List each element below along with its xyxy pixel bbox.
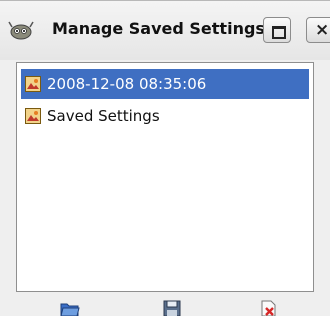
window-title: Manage Saved Settings	[52, 19, 265, 38]
title-bar[interactable]: Manage Saved Settings ×	[0, 0, 330, 60]
settings-toolbar	[16, 296, 314, 316]
close-icon: ×	[315, 20, 330, 40]
maximize-icon	[272, 26, 286, 39]
delete-icon[interactable]	[258, 300, 278, 316]
preset-image-icon	[25, 76, 41, 92]
list-item[interactable]: Saved Settings	[21, 101, 309, 131]
floppy-save-icon[interactable]	[162, 300, 182, 316]
saved-settings-list[interactable]: 2008-12-08 08:35:06 Saved Settings	[16, 62, 314, 292]
preset-image-icon	[25, 108, 41, 124]
close-button[interactable]: ×	[306, 17, 330, 43]
maximize-button[interactable]	[263, 17, 291, 43]
list-item[interactable]: 2008-12-08 08:35:06	[21, 69, 309, 99]
folder-open-icon[interactable]	[60, 300, 80, 316]
list-item-label: Saved Settings	[47, 107, 160, 125]
gimp-wilber-icon	[8, 21, 34, 40]
list-item-label: 2008-12-08 08:35:06	[47, 75, 207, 93]
